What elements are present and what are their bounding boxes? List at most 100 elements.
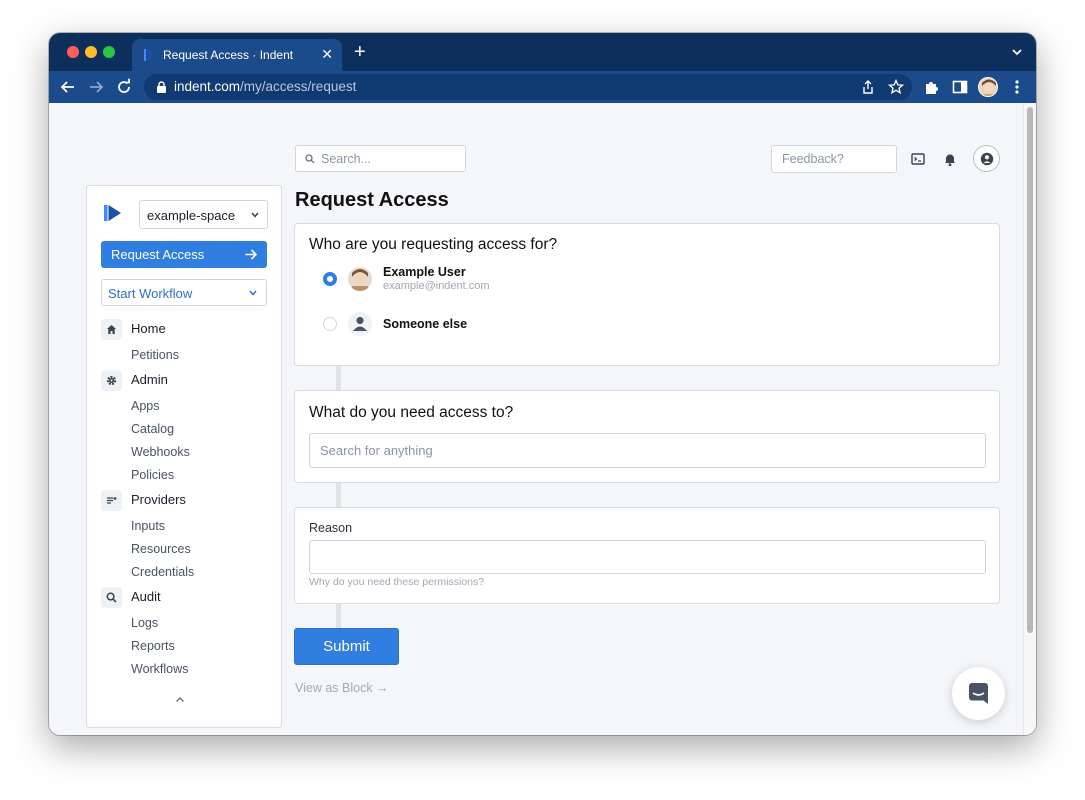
who-card: Who are you requesting access for? Examp… xyxy=(294,223,1000,366)
indent-logo-icon[interactable] xyxy=(104,205,121,221)
search-icon xyxy=(305,154,315,164)
space-selector[interactable]: example-space xyxy=(139,200,268,229)
request-access-button[interactable]: Request Access xyxy=(101,241,267,268)
who-card-heading: Who are you requesting access for? xyxy=(309,236,558,253)
sidebar-item-label: Home xyxy=(131,321,166,336)
option-someone-else: Someone else xyxy=(383,317,468,331)
option-user-email: example@indent.com xyxy=(383,280,490,292)
reason-card: Reason Why do you need these permissions… xyxy=(294,507,1000,604)
radio-someone-else[interactable] xyxy=(323,317,337,331)
url-path: /my/access/request xyxy=(240,79,357,94)
person-icon xyxy=(348,312,372,336)
tab-title: Request Access · Indent xyxy=(163,48,294,62)
start-workflow-label: Start Workflow xyxy=(108,286,193,301)
start-workflow-button[interactable]: Start Workflow xyxy=(101,279,267,306)
url-domain: indent.com xyxy=(174,79,241,94)
arrow-right-icon xyxy=(245,249,257,260)
page-viewport: example-space Request Access Start Workf… xyxy=(49,103,1036,735)
browser-profile-avatar[interactable] xyxy=(978,77,998,97)
step-connector xyxy=(336,366,341,390)
minimize-window-button[interactable] xyxy=(85,46,97,58)
reason-input[interactable] xyxy=(320,550,970,565)
search-icon xyxy=(101,587,122,608)
forward-arrow-icon[interactable] xyxy=(87,78,105,96)
gear-icon xyxy=(101,370,122,391)
lock-icon xyxy=(157,81,166,93)
what-card: What do you need access to? xyxy=(294,390,1000,483)
new-tab-icon[interactable]: + xyxy=(354,42,366,62)
side-panel-icon[interactable] xyxy=(951,78,969,96)
reason-field[interactable] xyxy=(309,540,986,574)
chevron-up-icon[interactable] xyxy=(175,696,185,703)
address-bar[interactable]: indent.com/my/access/request xyxy=(144,74,912,100)
global-search[interactable] xyxy=(295,145,466,172)
chat-bubble-icon xyxy=(969,683,988,704)
browser-window: Request Access · Indent ✕ + indent.com/m… xyxy=(49,33,1036,735)
indent-favicon-icon xyxy=(144,49,154,61)
request-access-label: Request Access xyxy=(111,247,205,262)
sidebar-item-webhooks[interactable]: Webhooks xyxy=(131,445,190,459)
sidebar-item-apps[interactable]: Apps xyxy=(131,399,160,413)
feedback-input[interactable] xyxy=(782,152,892,166)
chevron-down-icon xyxy=(249,290,257,296)
sidebar-item-catalog[interactable]: Catalog xyxy=(131,422,174,436)
page-title: Request Access xyxy=(295,189,449,211)
chevron-down-icon xyxy=(251,212,259,218)
option-user-name: Example User xyxy=(383,265,466,279)
sidebar-item-inputs[interactable]: Inputs xyxy=(131,519,165,533)
what-card-heading: What do you need access to? xyxy=(309,404,514,421)
back-arrow-icon[interactable] xyxy=(59,78,77,96)
share-icon[interactable] xyxy=(860,79,876,95)
feedback-field[interactable] xyxy=(771,145,897,173)
step-connector xyxy=(336,604,341,628)
sidebar-item-providers[interactable]: Providers xyxy=(101,490,271,511)
sidebar-item-resources[interactable]: Resources xyxy=(131,542,191,556)
avatar-face-icon xyxy=(348,267,372,291)
resource-search-input[interactable] xyxy=(320,443,970,458)
chat-support-button[interactable] xyxy=(952,667,1005,720)
terminal-icon[interactable] xyxy=(909,150,927,168)
user-circle-icon xyxy=(980,152,994,166)
sidebar-item-logs[interactable]: Logs xyxy=(131,616,158,630)
sidebar-item-credentials[interactable]: Credentials xyxy=(131,565,194,579)
bell-icon[interactable] xyxy=(941,150,959,168)
chevron-down-icon[interactable] xyxy=(1010,45,1024,59)
user-profile-button[interactable] xyxy=(973,145,1000,172)
sidebar-item-workflows[interactable]: Workflows xyxy=(131,662,188,676)
browser-menu-icon[interactable] xyxy=(1008,78,1026,96)
home-icon xyxy=(101,319,122,340)
page-scrollbar[interactable] xyxy=(1023,103,1036,735)
search-input[interactable] xyxy=(321,152,461,166)
sidebar: example-space Request Access Start Workf… xyxy=(86,185,282,728)
close-window-button[interactable] xyxy=(67,46,79,58)
reason-help-text: Why do you need these permissions? xyxy=(309,576,485,588)
bookmark-star-icon[interactable] xyxy=(888,79,904,95)
reload-icon[interactable] xyxy=(115,78,133,96)
sidebar-item-audit[interactable]: Audit xyxy=(101,587,271,608)
extensions-puzzle-icon[interactable] xyxy=(923,78,941,96)
resource-search-field[interactable] xyxy=(309,433,986,468)
sidebar-item-admin[interactable]: Admin xyxy=(101,370,271,391)
sidebar-item-label: Providers xyxy=(131,492,186,507)
providers-icon xyxy=(101,490,122,511)
view-as-block-link[interactable]: View as Block → xyxy=(295,681,389,695)
browser-tab-active[interactable]: Request Access · Indent ✕ xyxy=(132,39,342,71)
reason-label: Reason xyxy=(309,521,353,535)
sidebar-item-reports[interactable]: Reports xyxy=(131,639,175,653)
submit-button[interactable]: Submit xyxy=(294,628,399,665)
browser-tabbar: Request Access · Indent ✕ + xyxy=(49,33,1036,71)
scrollbar-thumb[interactable] xyxy=(1027,107,1033,633)
sidebar-item-petitions[interactable]: Petitions xyxy=(131,348,179,362)
sidebar-item-home[interactable]: Home xyxy=(101,319,271,340)
sidebar-item-label: Audit xyxy=(131,589,161,604)
space-name: example-space xyxy=(147,208,236,223)
tab-close-icon[interactable]: ✕ xyxy=(321,46,333,62)
avatar xyxy=(348,267,372,291)
sidebar-item-label: Admin xyxy=(131,372,168,387)
maximize-window-button[interactable] xyxy=(103,46,115,58)
step-connector xyxy=(336,483,341,507)
sidebar-item-policies[interactable]: Policies xyxy=(131,468,174,482)
avatar-face-icon xyxy=(979,78,997,96)
radio-example-user[interactable] xyxy=(323,272,337,286)
url-text: indent.com/my/access/request xyxy=(174,79,356,94)
